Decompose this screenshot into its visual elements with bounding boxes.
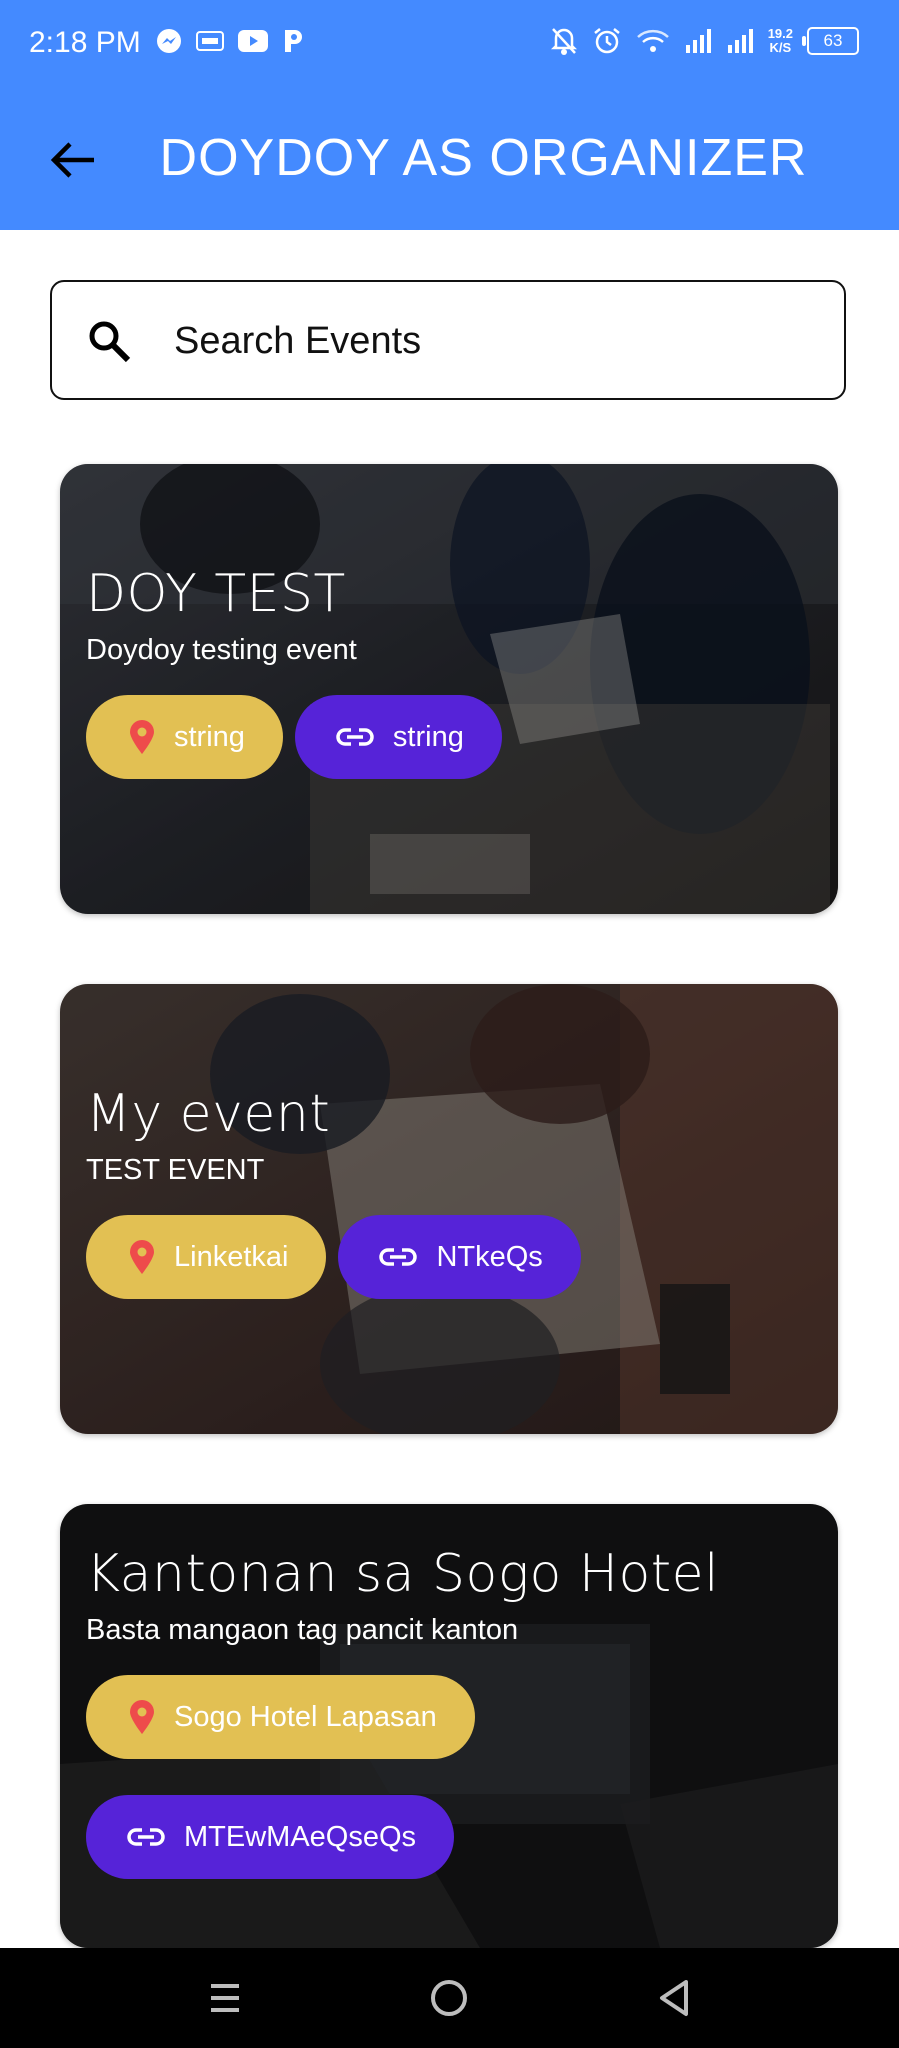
event-chips: Linketkai NTkeQs <box>86 1215 818 1299</box>
pay-icon <box>285 30 302 52</box>
location-label: Sogo Hotel Lapasan <box>174 1700 437 1733</box>
status-time: 2:18 PM <box>29 26 141 59</box>
location-chip[interactable]: Sogo Hotel Lapasan <box>86 1675 475 1759</box>
event-card[interactable]: DOY TEST Doydoy testing event string str… <box>60 464 838 914</box>
link-icon <box>336 728 374 746</box>
event-card[interactable]: Kantonan sa Sogo Hotel Basta mangaon tag… <box>60 1504 838 1948</box>
event-chips: Sogo Hotel Lapasan MTEwMAeQseQs <box>86 1675 818 1879</box>
link-chip[interactable]: string <box>294 695 502 779</box>
search-box[interactable] <box>50 280 846 400</box>
network-speed: 19.2 K/S <box>767 26 793 55</box>
nav-back-button[interactable] <box>646 1970 702 2026</box>
nav-home-button[interactable] <box>421 1970 477 2026</box>
link-chip[interactable]: MTEwMAeQseQs <box>86 1795 455 1879</box>
event-card-content: Kantonan sa Sogo Hotel Basta mangaon tag… <box>86 1544 818 1879</box>
temu-icon <box>196 31 224 51</box>
alarm-icon <box>593 28 620 54</box>
messenger-icon <box>157 29 181 53</box>
signal-icon <box>727 29 753 53</box>
event-chips: string string <box>86 695 818 779</box>
location-chip[interactable]: string <box>86 695 283 779</box>
link-chip[interactable]: NTkeQs <box>338 1215 581 1299</box>
status-right-icons: 19.2 K/S 63 <box>550 26 859 56</box>
location-pin-icon <box>130 1700 154 1734</box>
location-label: Linketkai <box>174 1240 289 1273</box>
battery-indicator: 63 <box>802 27 859 55</box>
app-bar: DOYDOY AS ORGANIZER <box>0 92 899 230</box>
status-left-icons <box>156 28 304 54</box>
event-description: Basta mangaon tag pancit kanton <box>86 1614 519 1646</box>
back-triangle-icon <box>660 1980 688 2016</box>
event-title: DOY TEST <box>86 564 346 624</box>
location-chip[interactable]: Linketkai <box>86 1215 327 1299</box>
event-card-content: My event TEST EVENT Linketkai NTkeQs <box>86 1084 818 1299</box>
notifications-off-icon <box>550 28 577 55</box>
menu-icon <box>211 1984 239 2012</box>
home-circle-icon <box>431 1980 467 2016</box>
link-label: MTEwMAeQseQs <box>184 1820 417 1853</box>
event-card-content: DOY TEST Doydoy testing event string str… <box>86 564 818 779</box>
event-title: My event <box>86 1084 331 1144</box>
event-card[interactable]: My event TEST EVENT Linketkai NTkeQs <box>60 984 838 1434</box>
link-label: NTkeQs <box>436 1240 543 1273</box>
system-nav-bar <box>0 1948 899 2048</box>
link-icon <box>379 1248 418 1266</box>
wifi-icon <box>636 29 669 52</box>
location-pin-icon <box>130 720 154 754</box>
link-icon <box>127 1828 165 1846</box>
event-title: Kantonan sa Sogo Hotel <box>86 1544 720 1604</box>
youtube-icon <box>238 30 268 52</box>
location-label: string <box>174 720 245 753</box>
search-icon <box>89 321 131 363</box>
page-title: DOYDOY AS ORGANIZER <box>159 129 808 187</box>
event-description: Doydoy testing event <box>86 634 357 666</box>
status-bar: 2:18 PM 19.2 K/S 63 <box>0 0 899 92</box>
nav-recents-button[interactable] <box>197 1970 253 2026</box>
event-description: TEST EVENT <box>86 1154 265 1186</box>
signal-icon <box>685 29 711 53</box>
location-pin-icon <box>130 1240 154 1274</box>
search-input[interactable] <box>172 302 816 380</box>
link-label: string <box>392 720 464 753</box>
